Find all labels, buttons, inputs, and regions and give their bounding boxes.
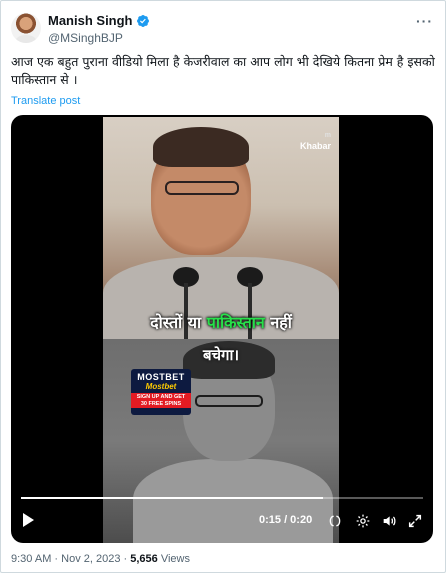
author-handle[interactable]: @MSinghBJP [48, 31, 150, 45]
ad-title: MOSTBET [137, 372, 185, 382]
speaker-glasses [195, 395, 263, 407]
meta-separator: · [51, 553, 62, 565]
avatar-shirt [15, 35, 37, 43]
video-player[interactable]: m Khabar दोस्तों या पाकिस्तान नहीं बचेगा… [11, 115, 433, 543]
volume-icon[interactable] [381, 513, 397, 529]
speaker-hair [153, 127, 249, 167]
subtitle-highlight: पाकिस्तान [206, 313, 265, 332]
speaker-glasses [165, 181, 239, 195]
ad-cta-line-2: 30 FREE SPINS [140, 400, 182, 407]
tweet-text: आज एक बहुत पुराना वीडियो मिला है केजरीवा… [11, 54, 435, 87]
subtitle-part-1: दोस्तों या [150, 313, 207, 332]
author-avatar[interactable] [11, 13, 41, 43]
fullscreen-icon[interactable] [407, 513, 423, 529]
author-block: Manish Singh @MSinghBJP [48, 13, 150, 45]
tweet-time[interactable]: 9:30 AM [11, 553, 51, 565]
video-progress-bar[interactable] [21, 497, 423, 499]
ad-overlay: MOSTBET Mostbet SIGN UP AND GET 30 FREE … [131, 369, 191, 415]
channel-watermark: m Khabar [300, 131, 331, 151]
tweet-meta: 9:30 AM · Nov 2, 2023 · 5,656 Views [11, 553, 190, 565]
subtitle-line-2: बचेगा। [202, 346, 240, 364]
video-time: 0:15 / 0:20 [259, 514, 313, 526]
views-label: Views [157, 553, 190, 565]
tweet-date[interactable]: Nov 2, 2023 [61, 553, 120, 565]
translate-post-link[interactable]: Translate post [11, 95, 80, 107]
ad-cta-line-1: SIGN UP AND GET [136, 394, 186, 400]
subtitle-line-1: दोस्तों या पाकिस्तान नहीं [103, 311, 339, 333]
ad-cta: SIGN UP AND GET 30 FREE SPINS [131, 393, 191, 408]
more-options-icon[interactable]: ··· [416, 13, 433, 29]
video-frame-top: m Khabar दोस्तों या पाकिस्तान नहीं [103, 117, 339, 339]
author-name-row: Manish Singh [48, 13, 150, 28]
ad-subtitle: Mostbet [145, 382, 177, 391]
verified-badge-icon [136, 14, 149, 27]
meta-separator: · [120, 553, 131, 565]
tweet-card: Manish Singh @MSinghBJP ··· आज एक बहुत प… [0, 0, 446, 573]
play-icon[interactable] [23, 513, 34, 527]
video-controls: 0:15 / 0:20 [11, 509, 433, 533]
channel-watermark-top: m [324, 132, 331, 139]
video-progress-fill [21, 497, 323, 499]
subtitle-part-2: नहीं [264, 313, 292, 332]
subtitles-icon[interactable] [327, 513, 343, 529]
channel-watermark-name: Khabar [299, 141, 331, 151]
author-name[interactable]: Manish Singh [48, 13, 133, 28]
settings-icon[interactable] [355, 513, 371, 529]
views-count: 5,656 [130, 553, 158, 565]
